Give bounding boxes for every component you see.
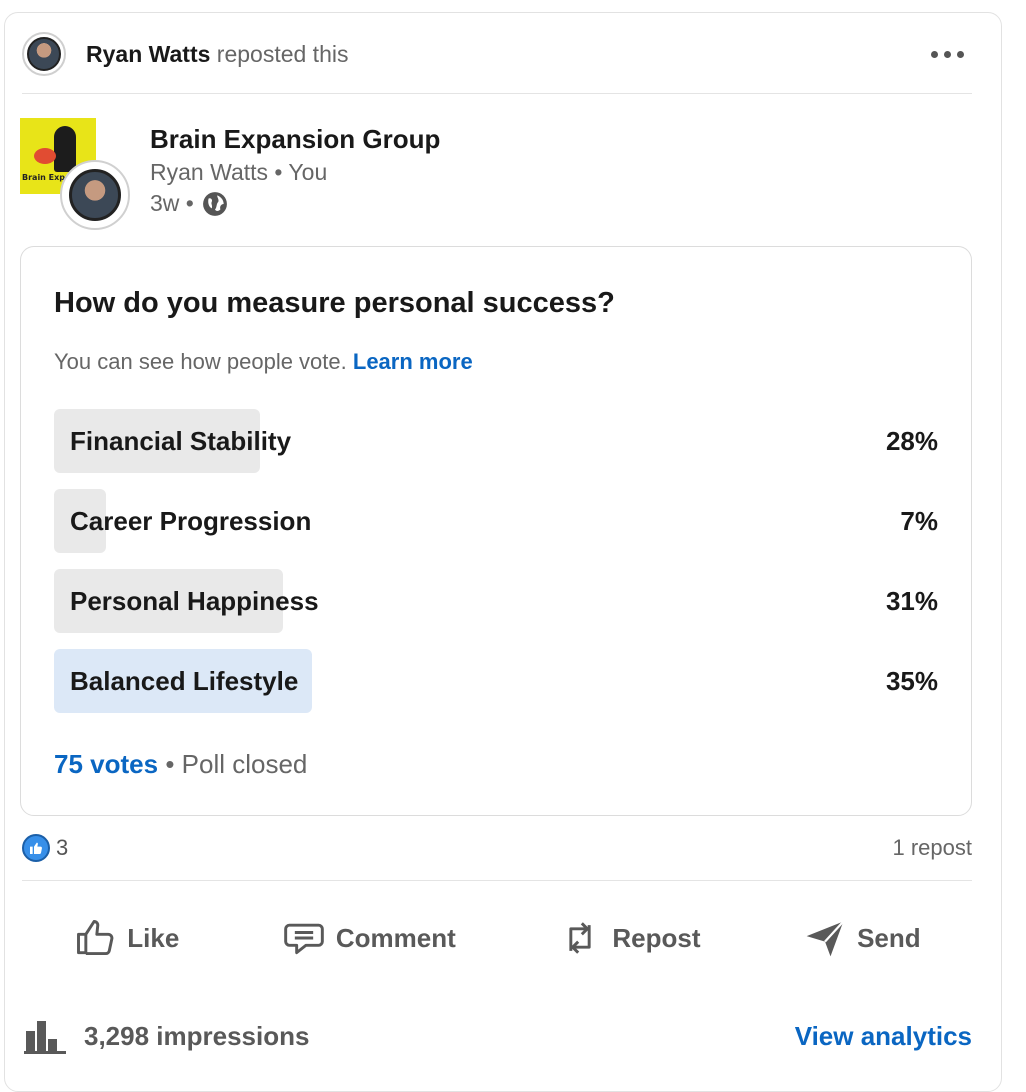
post-analytics: 3,298 impressions View analytics xyxy=(22,1008,972,1064)
repost-label: Repost xyxy=(612,922,701,953)
repost-icon xyxy=(569,922,592,954)
votes-link[interactable]: 75 votes xyxy=(54,749,158,779)
more-options-icon[interactable] xyxy=(922,39,972,69)
poll-option-label: Balanced Lifestyle xyxy=(70,666,299,696)
poll-status: • Poll closed xyxy=(165,749,308,779)
poll-note-text: You can see how people vote. xyxy=(54,349,347,374)
repost-text: Ryan Watts reposted this xyxy=(86,41,348,68)
social-divider xyxy=(22,880,972,881)
poll-option-career-progression: Career Progression 7% xyxy=(54,489,940,553)
repost-header: Ryan Watts reposted this xyxy=(22,30,972,78)
post-actions: Like Comment Repost Send xyxy=(22,900,972,976)
header-divider xyxy=(22,93,972,94)
poll-footer: 75 votes • Poll closed xyxy=(54,749,307,780)
repost-action-text: reposted this xyxy=(216,40,349,67)
comment-label: Comment xyxy=(335,922,456,953)
poll-option-personal-happiness: Personal Happiness 31% xyxy=(54,569,940,633)
poll-option-percent: 7% xyxy=(900,506,938,536)
poll-option-label: Career Progression xyxy=(70,506,312,536)
poll-option-percent: 31% xyxy=(885,586,938,616)
poll-option-percent: 28% xyxy=(885,426,938,456)
post-time: 3w • xyxy=(150,190,194,216)
post-timestamp: 3w • xyxy=(150,190,228,217)
author-name[interactable]: Brain Expansion Group xyxy=(150,124,440,155)
thumbs-up-icon[interactable] xyxy=(22,834,50,862)
poll-option-label: Personal Happiness xyxy=(70,586,319,616)
repost-count[interactable]: 1 repost xyxy=(893,835,973,861)
like-label: Like xyxy=(127,922,180,953)
learn-more-link[interactable]: Learn more xyxy=(353,349,473,374)
view-analytics-link[interactable]: View analytics xyxy=(795,1021,972,1052)
like-count[interactable]: 3 xyxy=(56,835,68,861)
poll-option-percent: 35% xyxy=(885,666,938,696)
poll-visibility-note: You can see how people vote. Learn more xyxy=(54,349,473,375)
comment-button[interactable]: Comment xyxy=(282,916,456,960)
social-counts: 3 1 repost xyxy=(22,832,972,864)
poll-option-financial-stability: Financial Stability 28% xyxy=(54,409,940,473)
post-author: Brain Expan Brain Expansion Group Ryan W… xyxy=(20,118,970,230)
poll-option-label: Financial Stability xyxy=(70,426,292,456)
poll-card: How do you measure personal success? You… xyxy=(20,246,972,816)
send-label: Send xyxy=(857,922,921,953)
impressions-count: 3,298 impressions xyxy=(84,1020,310,1051)
poll-question: How do you measure personal success? xyxy=(54,287,615,319)
send-button[interactable]: Send xyxy=(803,916,921,960)
repost-button[interactable]: Repost xyxy=(558,916,701,960)
thumbs-up-outline-icon xyxy=(77,920,114,956)
poll-option-balanced-lifestyle: Balanced Lifestyle 35% xyxy=(54,649,940,713)
globe-icon xyxy=(202,191,227,216)
like-button[interactable]: Like xyxy=(73,916,179,960)
reposter-avatar[interactable] xyxy=(22,32,66,76)
author-avatar[interactable] xyxy=(60,160,130,230)
comment-icon xyxy=(284,923,324,955)
reposter-name[interactable]: Ryan Watts xyxy=(86,41,210,67)
bar-chart-icon xyxy=(24,1021,66,1054)
author-subtitle: Ryan Watts • You xyxy=(150,159,328,185)
send-icon xyxy=(806,920,845,957)
